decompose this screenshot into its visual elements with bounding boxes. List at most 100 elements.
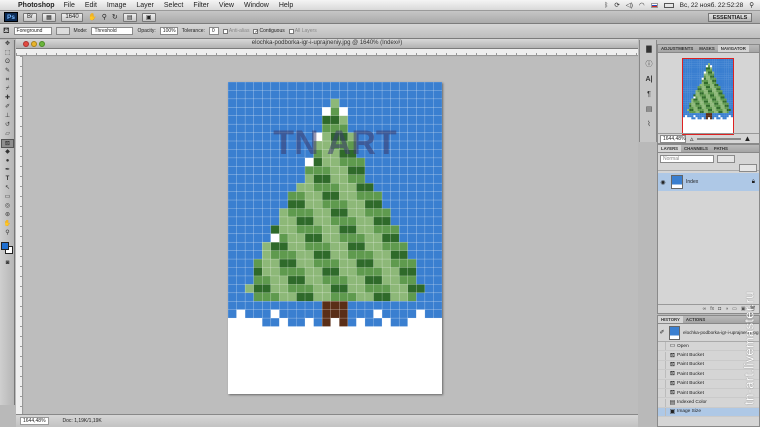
launch-bridge-button[interactable]: Br — [23, 12, 37, 22]
pixel-cell — [718, 106, 721, 110]
mini-bridge-icon[interactable]: ▇ — [642, 43, 656, 55]
brushes-icon[interactable]: ⌇ — [642, 118, 656, 130]
eyedropper-tool-icon[interactable]: ⌿ — [1, 85, 14, 94]
marquee-tool-icon[interactable]: ⬚ — [1, 49, 14, 58]
pixel-cell — [261, 225, 272, 235]
quick-select-tool-icon[interactable]: ✎ — [1, 67, 14, 76]
hand-tool-icon[interactable]: ✋ — [1, 220, 14, 229]
screen-mode-button[interactable]: ▣ — [141, 12, 156, 22]
tab-masks[interactable]: MASKS — [696, 45, 718, 52]
tab-channels[interactable]: CHANNELS — [681, 145, 711, 152]
layer-visibility-eye-icon[interactable]: ◉ — [658, 179, 668, 186]
new-group-icon[interactable]: ▭ — [732, 306, 737, 312]
type-tool-icon[interactable]: T — [1, 175, 14, 184]
clock[interactable]: Вс, 22 нояб. 22:52:28 — [680, 2, 744, 9]
pen-tool-icon[interactable]: ✒ — [1, 166, 14, 175]
paint-bucket-preset-icon[interactable]: ⛾ — [3, 26, 10, 36]
fill-source-select[interactable]: Foreground — [13, 27, 52, 35]
navigator-footer: 1644,48% ▵ ▲ — [658, 133, 759, 143]
all-layers-checkbox[interactable]: All Layers — [288, 28, 317, 34]
navigator-preview[interactable] — [682, 58, 734, 135]
volume-icon[interactable]: ◁) — [626, 1, 633, 9]
3d-rotate-tool-icon[interactable]: ◎ — [1, 202, 14, 211]
zoom-level-button[interactable]: 1640 — [61, 12, 83, 22]
battery-icon[interactable] — [663, 2, 674, 8]
adjustment-layer-icon[interactable]: ◑ — [725, 306, 728, 312]
zoom-out-icon[interactable]: ▵ — [690, 135, 694, 143]
layer-fill-input[interactable] — [739, 164, 757, 172]
hand-tool-icon[interactable]: ✋ — [88, 13, 97, 21]
path-select-tool-icon[interactable]: ↖ — [1, 184, 14, 193]
sync-icon[interactable]: ⟳ — [614, 1, 619, 9]
brush-tool-icon[interactable]: ✐ — [1, 103, 14, 112]
menu-window[interactable]: Window — [244, 2, 269, 9]
tab-adjustments[interactable]: ADJUSTMENTS — [658, 45, 696, 52]
info-icon[interactable]: ⓘ — [642, 58, 656, 70]
link-layers-icon[interactable]: ∞ — [703, 306, 707, 312]
opacity-input[interactable]: 100% — [159, 27, 178, 35]
move-tool-icon[interactable]: ✥ — [1, 40, 14, 49]
document-tab[interactable]: elochka-podborka-igr-i-uprajneniy.jpg @ … — [16, 39, 638, 49]
menu-filter[interactable]: Filter — [193, 2, 209, 9]
zoom-tool-icon[interactable]: ⚲ — [1, 229, 14, 238]
rotate-view-icon[interactable]: ↻ — [112, 13, 118, 21]
zoom-slider[interactable] — [696, 137, 741, 140]
add-mask-icon[interactable]: ◘ — [718, 306, 721, 312]
pattern-swatch[interactable] — [55, 27, 70, 35]
zoom-tool-icon[interactable]: ⚲ — [102, 13, 107, 21]
vertical-ruler[interactable] — [16, 56, 23, 414]
zoom-in-icon[interactable]: ▲ — [744, 134, 752, 143]
tab-history[interactable]: HISTORY — [658, 316, 683, 323]
menu-image[interactable]: Image — [107, 2, 126, 9]
paragraph-icon[interactable]: ¶ — [642, 88, 656, 100]
horizontal-ruler[interactable] — [16, 49, 638, 56]
eraser-tool-icon[interactable]: ▱ — [1, 130, 14, 139]
menu-file[interactable]: File — [64, 2, 75, 9]
menu-help[interactable]: Help — [279, 2, 293, 9]
spotlight-icon[interactable]: ⚲ — [749, 1, 754, 9]
color-swatches[interactable] — [0, 241, 14, 259]
workspace-switcher[interactable]: ESSENTIALS — [708, 13, 752, 22]
app-menu-photoshop[interactable]: Photoshop — [18, 2, 55, 9]
mode-select[interactable]: Threshold — [91, 27, 134, 35]
tolerance-input[interactable]: 0 — [208, 27, 219, 35]
bluetooth-icon[interactable]: ᛒ — [604, 2, 608, 9]
clone-source-icon[interactable]: ▤ — [642, 103, 656, 115]
navigator-zoom-field[interactable]: 1644,48% — [660, 134, 686, 143]
anti-alias-checkbox[interactable]: Anti-alias — [222, 28, 249, 34]
lasso-tool-icon[interactable]: ʘ — [1, 58, 14, 67]
wifi-icon[interactable]: ◠ — [639, 1, 645, 9]
menu-layer[interactable]: Layer — [136, 2, 154, 9]
document-size-info[interactable]: Doc: 1,19K/1,19K — [63, 418, 102, 424]
menu-view[interactable]: View — [219, 2, 234, 9]
menu-select[interactable]: Select — [164, 2, 183, 9]
tab-layers[interactable]: LAYERS — [658, 145, 682, 152]
document-canvas[interactable]: TN ART — [228, 82, 442, 394]
character-icon[interactable]: A| — [642, 73, 656, 85]
crop-tool-icon[interactable]: ⌗ — [1, 76, 14, 85]
blur-tool-icon[interactable]: ◆ — [1, 148, 14, 157]
layer-style-icon[interactable]: fx — [710, 306, 714, 312]
dodge-tool-icon[interactable]: ● — [1, 157, 14, 166]
tab-paths[interactable]: PATHS — [711, 145, 731, 152]
layer-name[interactable]: Index — [686, 179, 698, 185]
zoom-percentage-field[interactable]: 1644,48% — [20, 417, 49, 425]
tab-navigator[interactable]: NAVIGATOR — [717, 45, 749, 52]
paint-bucket-tool-icon[interactable]: ⛾ — [1, 139, 14, 148]
layer-opacity-input[interactable] — [717, 155, 735, 163]
arrange-documents-button[interactable]: ▤ — [122, 12, 137, 22]
history-brush-tool-icon[interactable]: ↺ — [1, 121, 14, 130]
quick-mask-icon[interactable]: ◙ — [1, 259, 14, 268]
healing-tool-icon[interactable]: ✚ — [1, 94, 14, 103]
menu-edit[interactable]: Edit — [85, 2, 97, 9]
layer-row-index[interactable]: ◉ Index 🔒︎ — [658, 173, 759, 191]
3d-orbit-tool-icon[interactable]: ⊛ — [1, 211, 14, 220]
view-extras-button[interactable]: ▦ — [42, 12, 56, 22]
tab-actions[interactable]: ACTIONS — [683, 316, 708, 323]
shape-tool-icon[interactable]: ▭ — [1, 193, 14, 202]
contiguous-checkbox[interactable]: ✓ Contiguous — [253, 28, 285, 34]
foreground-color-swatch[interactable] — [1, 242, 9, 250]
blend-mode-select[interactable]: Normal — [660, 155, 714, 163]
flag-icon[interactable] — [650, 2, 658, 8]
clone-stamp-tool-icon[interactable]: ⊥ — [1, 112, 14, 121]
